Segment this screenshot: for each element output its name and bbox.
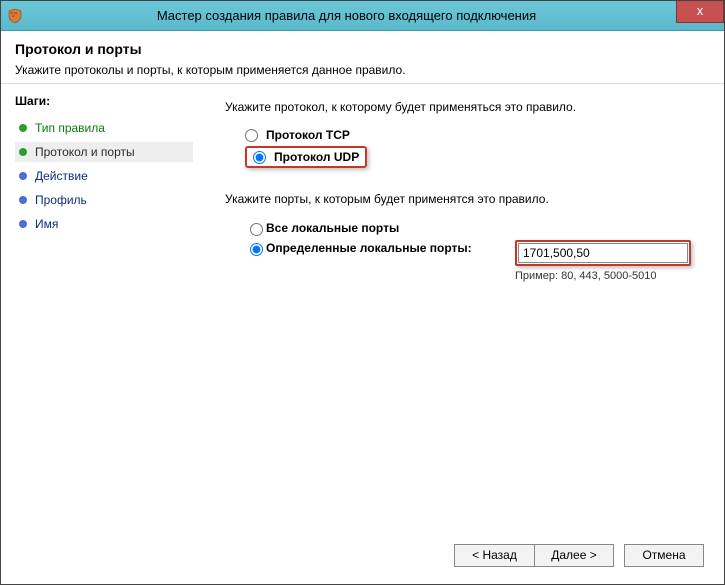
- nav-button-group: < Назад Далее >: [454, 544, 614, 567]
- step-label: Профиль: [35, 193, 87, 207]
- ports-specific-label: Определенные локальные порты:: [266, 241, 472, 255]
- ports-prompt: Укажите порты, к которым будет применятс…: [225, 192, 704, 206]
- step-name[interactable]: Имя: [15, 214, 193, 234]
- wizard-window: Мастер создания правила для нового входя…: [0, 0, 725, 585]
- wizard-header: Протокол и порты Укажите протоколы и пор…: [1, 31, 724, 84]
- protocol-prompt: Укажите протокол, к которому будет приме…: [225, 100, 704, 114]
- protocol-tcp-radio[interactable]: [245, 129, 258, 142]
- next-button[interactable]: Далее >: [534, 544, 614, 567]
- step-label: Протокол и порты: [35, 145, 135, 159]
- firewall-icon: [7, 8, 23, 24]
- protocol-tcp-label: Протокол TCP: [266, 128, 350, 142]
- protocol-udp-row: Протокол UDP: [245, 146, 704, 168]
- protocol-udp-radio[interactable]: [253, 151, 266, 164]
- bullet-icon: [19, 148, 27, 156]
- step-label: Действие: [35, 169, 88, 183]
- wizard-content: Укажите протокол, к которому будет приме…: [201, 84, 724, 575]
- back-button[interactable]: < Назад: [454, 544, 534, 567]
- step-profile[interactable]: Профиль: [15, 190, 193, 210]
- close-button[interactable]: x: [676, 1, 724, 23]
- page-subtitle: Укажите протоколы и порты, к которым при…: [15, 63, 710, 77]
- steps-title: Шаги:: [15, 94, 193, 108]
- ports-input[interactable]: [518, 243, 688, 263]
- bullet-icon: [19, 220, 27, 228]
- window-title: Мастер создания правила для нового входя…: [29, 8, 724, 23]
- wizard-footer: < Назад Далее > Отмена: [1, 536, 724, 584]
- steps-sidebar: Шаги: Тип правила Протокол и порты Дейст…: [1, 84, 201, 575]
- titlebar: Мастер создания правила для нового входя…: [1, 1, 724, 31]
- ports-input-highlight: [515, 240, 691, 266]
- ports-all-row: Все локальные порты: [245, 220, 704, 236]
- step-action[interactable]: Действие: [15, 166, 193, 186]
- ports-specific-row: Определенные локальные порты: Пример: 80…: [245, 240, 704, 282]
- step-protocol-ports[interactable]: Протокол и порты: [15, 142, 193, 162]
- step-label: Имя: [35, 217, 58, 231]
- ports-all-label: Все локальные порты: [266, 221, 399, 235]
- ports-example: Пример: 80, 443, 5000-5010: [515, 270, 691, 282]
- protocol-udp-label: Протокол UDP: [274, 150, 359, 164]
- step-rule-type[interactable]: Тип правила: [15, 118, 193, 138]
- step-label: Тип правила: [35, 121, 105, 135]
- bullet-icon: [19, 124, 27, 132]
- bullet-icon: [19, 196, 27, 204]
- ports-specific-radio[interactable]: [250, 243, 263, 256]
- protocol-udp-highlight: Протокол UDP: [245, 146, 367, 168]
- page-title: Протокол и порты: [15, 41, 710, 57]
- ports-all-radio[interactable]: [250, 223, 263, 236]
- protocol-tcp-row: Протокол TCP: [245, 128, 704, 142]
- bullet-icon: [19, 172, 27, 180]
- cancel-button[interactable]: Отмена: [624, 544, 704, 567]
